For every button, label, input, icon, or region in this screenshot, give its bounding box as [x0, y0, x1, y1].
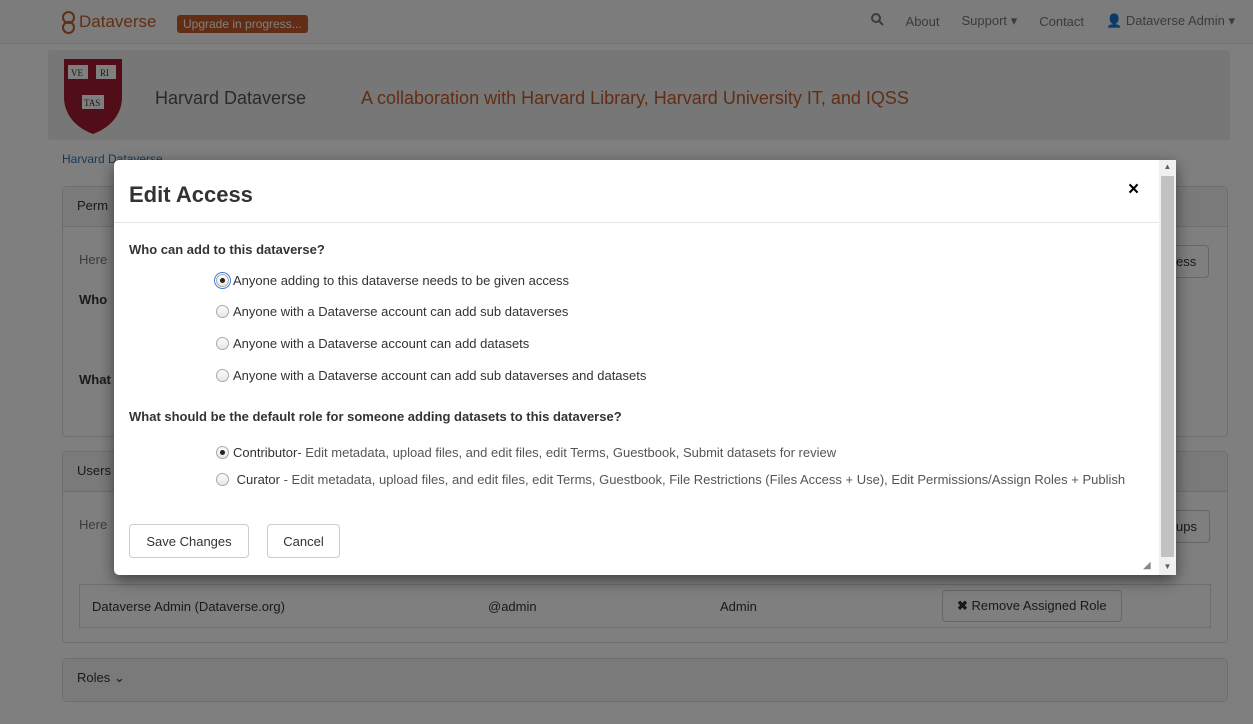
role-curator-desc: - Edit metadata, upload files, and edit … — [279, 472, 1126, 487]
cancel-button[interactable]: Cancel — [267, 524, 340, 558]
scroll-down-icon[interactable]: ▼ — [1159, 562, 1176, 571]
modal-scrollbar[interactable]: ▲ ▼ — [1159, 160, 1176, 575]
radio-given-access[interactable] — [214, 272, 231, 289]
scrollbar-thumb[interactable] — [1161, 176, 1174, 557]
scroll-up-icon[interactable]: ▲ — [1159, 162, 1176, 171]
role-curator-name: Curator — [236, 472, 280, 487]
who-can-add-label: Who can add to this dataverse? — [129, 242, 325, 257]
option-datasets-label: Anyone with a Dataverse account can add … — [233, 336, 530, 351]
option-sub-dataverses-and-datasets-label: Anyone with a Dataverse account can add … — [233, 368, 647, 383]
role-contributor-desc: - Edit metadata, upload files, and edit … — [297, 445, 837, 460]
role-curator[interactable]: Curator - Edit metadata, upload files, a… — [216, 472, 1136, 488]
default-role-label: What should be the default role for some… — [129, 409, 622, 424]
option-given-access[interactable]: Anyone adding to this dataverse needs to… — [214, 272, 570, 289]
save-changes-button[interactable]: Save Changes — [129, 524, 249, 558]
option-datasets[interactable]: Anyone with a Dataverse account can add … — [216, 336, 529, 351]
option-given-access-label: Anyone adding to this dataverse needs to… — [233, 273, 570, 288]
radio-sub-dataverses-and-datasets[interactable] — [216, 369, 229, 382]
radio-sub-dataverses[interactable] — [216, 305, 229, 318]
option-sub-dataverses-label: Anyone with a Dataverse account can add … — [233, 304, 569, 319]
close-icon[interactable]: × — [1128, 179, 1139, 201]
radio-curator[interactable] — [216, 473, 229, 486]
option-sub-dataverses-and-datasets[interactable]: Anyone with a Dataverse account can add … — [216, 368, 646, 383]
modal-header: Edit Access × — [114, 160, 1176, 223]
radio-contributor[interactable] — [216, 446, 229, 459]
role-contributor-name: Contributor — [233, 445, 298, 460]
modal-title: Edit Access — [129, 182, 253, 207]
option-sub-dataverses[interactable]: Anyone with a Dataverse account can add … — [216, 304, 568, 319]
radio-datasets[interactable] — [216, 337, 229, 350]
role-contributor[interactable]: Contributor - Edit metadata, upload file… — [216, 445, 836, 460]
resize-grip-icon[interactable]: ◢ — [1143, 560, 1151, 571]
